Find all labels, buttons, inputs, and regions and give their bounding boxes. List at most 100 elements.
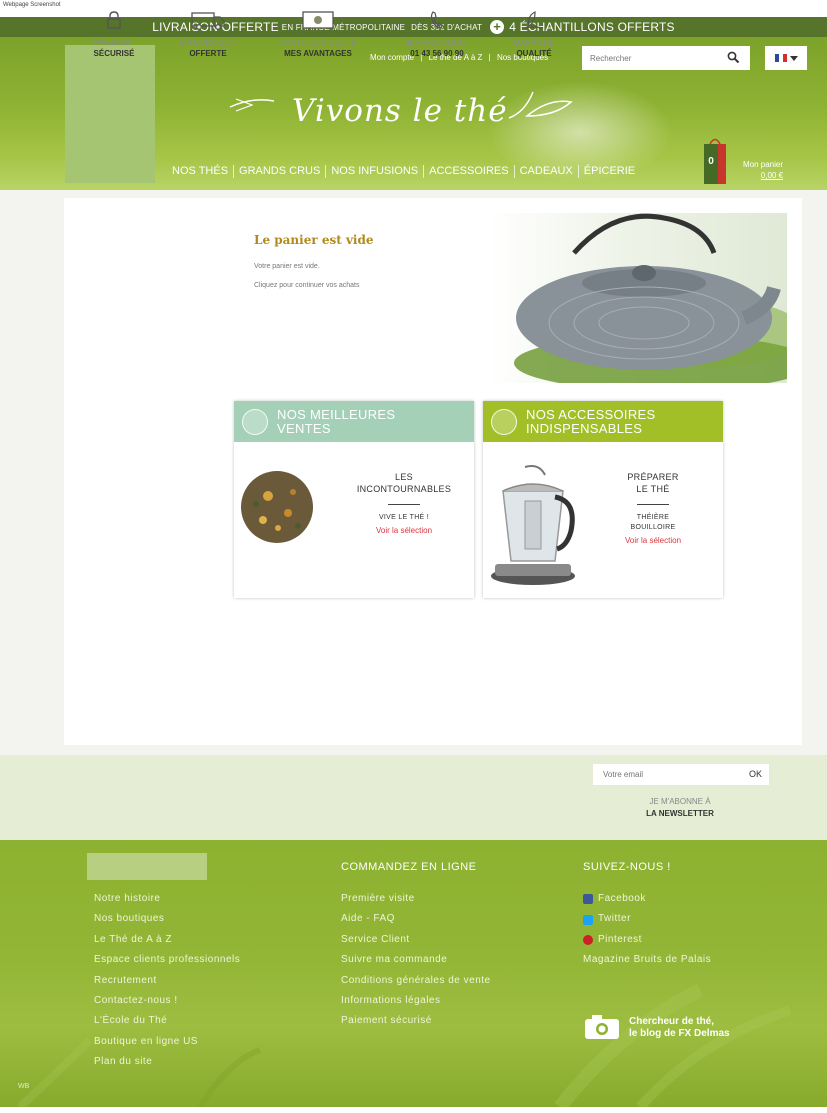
- card-subtitle-line1: VIVE LE THÉ !: [378, 514, 430, 521]
- empty-cart-message: Votre panier est vide.: [254, 263, 320, 270]
- nav-cadeaux[interactable]: CADEAUX: [515, 165, 579, 178]
- footer-link[interactable]: Conditions générales de vente: [341, 971, 491, 991]
- twitter-icon: [583, 914, 593, 925]
- benefit-value: SÉCURISÉ: [93, 49, 135, 58]
- pinterest-icon: [583, 935, 593, 946]
- card-header-line1: NOS MEILLEURES: [277, 406, 396, 422]
- footer-link[interactable]: Informations légales: [341, 991, 491, 1011]
- footer-link[interactable]: Boutique en ligne US: [94, 1032, 240, 1052]
- footer-column-social: Facebook Twitter Pinterest Magazine Brui…: [583, 889, 711, 971]
- footer-column-about: Notre histoire Nos boutiques Le Thé de A…: [94, 889, 240, 1073]
- camera-icon[interactable]: [583, 1013, 623, 1041]
- bottom-strip: [0, 1107, 827, 1113]
- card-header-line2: INDISPENSABLES: [526, 420, 643, 436]
- footer-link[interactable]: Paiement sécurisé: [341, 1011, 491, 1031]
- loose-tea-image: [241, 471, 313, 543]
- benefit-secure-payment[interactable]: PAIEMENT SÉCURISÉ: [64, 8, 164, 58]
- tea-emblem-icon: [242, 408, 268, 435]
- nav-nos-infusions[interactable]: NOS INFUSIONS: [326, 165, 425, 178]
- footer-link[interactable]: Contactez-nous !: [94, 991, 240, 1011]
- card-header-line2: VENTES: [277, 420, 331, 436]
- language-selector[interactable]: [765, 46, 807, 70]
- cart-amount[interactable]: 0,00 €: [743, 170, 783, 181]
- card-title-line2: INCONTOURNABLES: [356, 484, 452, 494]
- benefit-label: SERVICE CLIENT: [404, 38, 470, 47]
- pinterest-link[interactable]: Pinterest: [583, 930, 711, 950]
- footer-link[interactable]: Recrutement: [94, 971, 240, 991]
- footer-logo[interactable]: [87, 853, 207, 880]
- footer-link[interactable]: L'École du Thé: [94, 1011, 240, 1031]
- footer-link[interactable]: Service Client: [341, 930, 491, 950]
- french-flag-icon: [774, 54, 787, 62]
- phone-icon: [430, 11, 443, 29]
- facebook-icon: [583, 894, 593, 905]
- benefit-quality-guarantee[interactable]: GARANTIE QUALITÉ: [484, 8, 584, 58]
- footer-link[interactable]: Plan du site: [94, 1052, 240, 1072]
- newsletter-email-input[interactable]: [593, 764, 733, 785]
- benefit-label: CARTE DE FIDÉLITÉ: [279, 38, 357, 47]
- leaf-icon: [524, 11, 544, 29]
- truck-icon: [191, 12, 225, 30]
- footer-order-heading: COMMANDEZ EN LIGNE: [341, 861, 477, 873]
- nav-accessoires[interactable]: ACCESSOIRES: [424, 165, 515, 178]
- accessories-card[interactable]: NOS ACCESSOIRES INDISPENSABLES PRÉPARER …: [483, 401, 723, 598]
- loyalty-card-icon: [302, 11, 334, 29]
- benefit-value: OFFERTE: [189, 49, 227, 58]
- nav-nos-thes[interactable]: NOS THÉS: [172, 165, 235, 178]
- newsletter-subscribe[interactable]: JE M'ABONNE À LA NEWSLETTER: [600, 797, 760, 818]
- card-header: NOS ACCESSOIRES INDISPENSABLES: [483, 401, 723, 442]
- footer-link[interactable]: Espace clients professionnels: [94, 950, 240, 970]
- see-selection-link[interactable]: Voir la sélection: [593, 536, 713, 545]
- card-title-line1: PRÉPARER: [627, 472, 679, 482]
- newsletter-form: OK: [593, 764, 769, 785]
- empty-cart-title: Le panier est vide: [254, 233, 374, 247]
- kettle-image: [491, 465, 575, 585]
- footer-badge: WB: [18, 1083, 30, 1090]
- lock-icon: [107, 11, 121, 29]
- benefit-label: MA LIVRAISON: [179, 38, 237, 47]
- card-header: NOS MEILLEURES VENTES: [234, 401, 474, 442]
- site-logo[interactable]: [65, 45, 155, 183]
- footer-link[interactable]: Aide - FAQ: [341, 909, 491, 929]
- leaf-right-decor-icon: [508, 91, 573, 119]
- benefit-value: 01 43 56 90 90: [410, 49, 464, 58]
- caret-down-icon: [789, 55, 798, 61]
- see-selection-link[interactable]: Voir la sélection: [344, 526, 464, 535]
- screenshot-caption: Webpage Screenshot: [3, 2, 61, 8]
- footer-link[interactable]: Notre histoire: [94, 889, 240, 909]
- magazine-link[interactable]: Magazine Bruits de Palais: [583, 950, 711, 970]
- footer-follow-heading: SUIVEZ-NOUS !: [583, 861, 671, 873]
- nav-epicerie[interactable]: ÉPICERIE: [579, 165, 640, 178]
- search-box: [582, 46, 750, 70]
- tagline: Vivons le thé: [292, 93, 508, 129]
- benefit-value: MES AVANTAGES: [284, 49, 352, 58]
- best-sellers-card[interactable]: NOS MEILLEURES VENTES LES INCONTOURNABLE…: [234, 401, 474, 598]
- footer-column-order: Première visite Aide - FAQ Service Clien…: [341, 889, 491, 1032]
- footer-link[interactable]: Le Thé de A à Z: [94, 930, 240, 950]
- card-title-line1: LES: [395, 472, 413, 482]
- benefit-value: QUALITÉ: [516, 49, 552, 58]
- footer-link[interactable]: Première visite: [341, 889, 491, 909]
- main-navigation: NOS THÉS GRANDS CRUS NOS INFUSIONS ACCES…: [172, 165, 640, 178]
- newsletter-ok-button[interactable]: OK: [749, 769, 762, 779]
- continue-shopping-link[interactable]: Cliquez pour continuer vos achats: [254, 282, 359, 289]
- benefit-label: GARANTIE: [513, 38, 555, 47]
- divider: [388, 504, 420, 505]
- facebook-link[interactable]: Facebook: [583, 889, 711, 909]
- twitter-link[interactable]: Twitter: [583, 909, 711, 929]
- search-input[interactable]: [582, 46, 722, 70]
- card-title-line2: LE THÉ: [636, 484, 670, 494]
- shopping-bag-icon[interactable]: 0: [702, 134, 728, 186]
- blog-link[interactable]: Chercheur de thé, le blog de FX Delmas: [629, 1016, 730, 1040]
- search-icon[interactable]: [727, 51, 740, 69]
- site-header: Mon compte | Le thé de A à Z | Nos bouti…: [0, 37, 827, 190]
- nav-grands-crus[interactable]: GRANDS CRUS: [234, 165, 327, 178]
- card-subtitle-line1: THÉIÈRE: [636, 514, 670, 521]
- cart-summary[interactable]: Mon panier 0,00 €: [743, 159, 783, 181]
- cart-label: Mon panier: [743, 160, 784, 169]
- footer-link[interactable]: Nos boutiques: [94, 909, 240, 929]
- benefit-customer-service[interactable]: SERVICE CLIENT 01 43 56 90 90: [387, 8, 487, 58]
- benefit-free-delivery[interactable]: MA LIVRAISON OFFERTE: [158, 8, 258, 58]
- footer-link[interactable]: Suivre ma commande: [341, 950, 491, 970]
- benefit-loyalty-card[interactable]: CARTE DE FIDÉLITÉ MES AVANTAGES: [268, 8, 368, 58]
